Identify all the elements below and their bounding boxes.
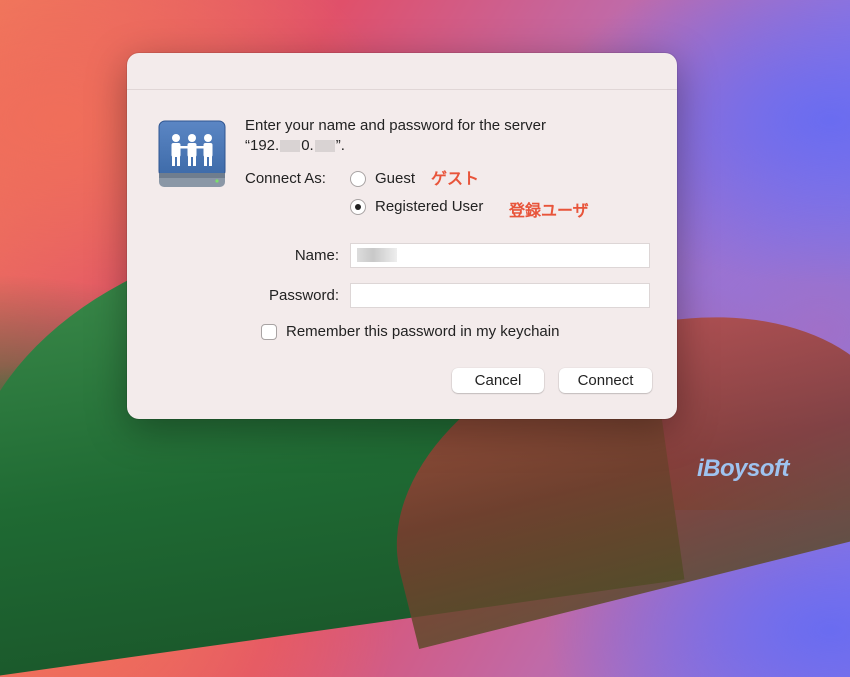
radio-guest[interactable] [350,171,366,187]
server-prompt: Enter your name and password for the ser… [245,116,546,156]
radio-guest-label[interactable]: Guest [375,170,415,187]
name-field[interactable] [350,243,650,268]
remember-password-checkbox[interactable] [261,324,277,340]
radio-registered-user[interactable] [350,199,366,215]
remember-password-label[interactable]: Remember this password in my keychain [286,323,559,340]
radio-registered-user-label[interactable]: Registered User [375,198,483,215]
connect-button[interactable]: Connect [559,368,652,393]
redacted-ip-part [314,140,335,153]
redacted-name [357,248,397,262]
dialog-titlebar [127,53,677,90]
name-label: Name: [294,247,339,264]
registered-user-annotation: 登録ユーザ [509,203,589,220]
iboysoft-watermark: iBoysoft [697,455,790,482]
login-dialog: Enter your name and password for the ser… [127,53,677,419]
connect-as-label: Connect As: [245,170,326,187]
password-field[interactable] [350,283,650,308]
guest-annotation: ゲスト [431,171,480,188]
redacted-ip-part [280,140,301,153]
cancel-button[interactable]: Cancel [452,368,544,393]
password-label: Password: [268,287,339,304]
prompt-line-2: “192. 0.”. [245,137,345,154]
prompt-line-1: Enter your name and password for the ser… [245,117,546,134]
network-server-icon [158,120,226,187]
